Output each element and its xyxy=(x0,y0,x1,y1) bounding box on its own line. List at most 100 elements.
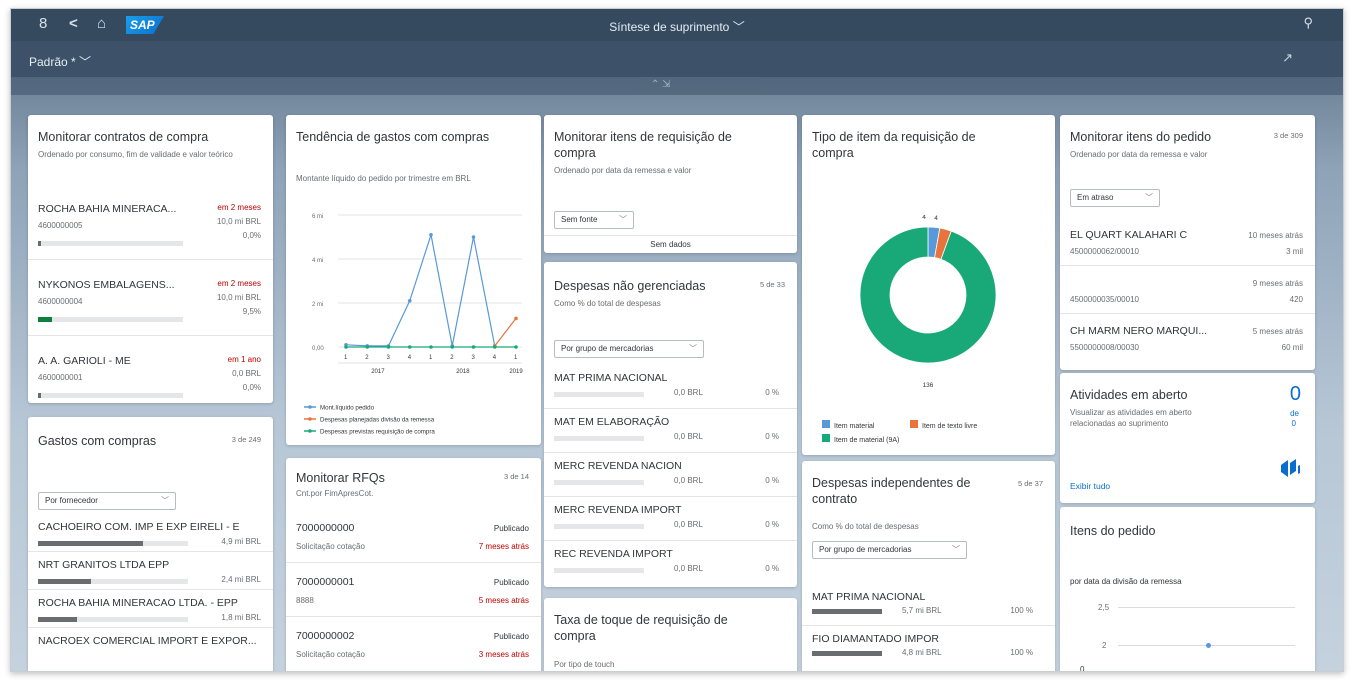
list-item[interactable]: REC REVENDA IMPORT 0,0 BRL 0 % xyxy=(544,544,797,586)
list-item[interactable]: ROCHA BAHIA MINERACAO LTDA. - EPP 1,8 mi … xyxy=(28,593,273,629)
rfq-card[interactable]: Monitorar RFQs 3 de 14 Cnt.por FimApresC… xyxy=(286,458,541,671)
data-point xyxy=(514,316,518,321)
share-icon[interactable]: ↗ xyxy=(1282,50,1293,66)
item-value: 60 mil xyxy=(1281,343,1303,352)
po-items-card[interactable]: Monitorar itens do pedido 3 de 309 Orden… xyxy=(1060,115,1315,370)
card-title: Monitorar itens de requisição de compra xyxy=(554,130,732,160)
consumption-bar xyxy=(38,393,183,398)
item-amount: 0,0 BRL xyxy=(674,564,703,573)
item-name: MAT PRIMA NACIONAL xyxy=(554,372,668,384)
po-items-chart-card[interactable]: Itens do pedido por data da divisão da r… xyxy=(1060,507,1315,671)
source-select[interactable]: Sem fonte ﹀ xyxy=(554,211,634,229)
x-tick-label: 2 xyxy=(365,355,369,361)
divider xyxy=(286,562,541,563)
item-name: NYKONOS EMBALAGENS... xyxy=(38,279,175,291)
item-amount: 0,0 BRL xyxy=(674,520,703,529)
list-item[interactable]: CH MARM NERO MARQUI... 5 meses atrás 55000… xyxy=(1060,319,1315,365)
activities-of: de xyxy=(1290,409,1299,418)
data-label: 4 xyxy=(934,215,938,222)
divider xyxy=(544,540,797,541)
item-amount: 5,7 mi BRL xyxy=(902,606,942,615)
group-by-select[interactable]: Por grupo de mercadorias ﹀ xyxy=(812,541,967,559)
legend-marker xyxy=(308,429,312,433)
list-item[interactable]: NACROEX COMERCIAL IMPORT E EXPOR... xyxy=(28,631,273,667)
list-item[interactable]: FIO DIAMANTADO IMPOR 4,8 mi BRL 100 % xyxy=(802,629,1055,669)
spend-bar xyxy=(554,436,644,441)
item-id: 4600000005 xyxy=(38,221,83,230)
x-group-label: 2019 xyxy=(509,369,523,375)
list-item[interactable]: CACHOEIRO COM. IMP E EXP EIRELI - E 4,9 m… xyxy=(28,517,273,553)
card-title: Monitorar RFQs xyxy=(296,471,385,485)
item-name: CH MARM NERO MARQUI... xyxy=(1070,325,1208,337)
list-item[interactable]: A. A. GARIOLI - ME em 1 ano 4600000001 0,0 … xyxy=(28,347,273,403)
header-collapse-bar[interactable]: ⌃ ⇲ xyxy=(11,77,1343,95)
card-title: Despesas independentes de contrato xyxy=(812,476,971,506)
list-item[interactable]: EL QUART KALAHARI C 10 meses atrás 4500000… xyxy=(1060,223,1315,269)
select-value: Por fornecedor xyxy=(45,496,98,505)
legend-item[interactable]: Item de material (9A) xyxy=(822,429,899,447)
list-item[interactable]: NRT GRANITOS LTDA EPP 2,4 mi BRL xyxy=(28,555,273,591)
list-item[interactable]: MERC REVENDA IMPORT 0,0 BRL 0 % xyxy=(544,500,797,542)
item-name: MAT PRIMA NACIONAL xyxy=(812,591,926,603)
item-name: MAT EM ELABORAÇÃO xyxy=(554,416,670,428)
card-subtitle: Por tipo de touch xyxy=(554,660,615,669)
requisition-card[interactable]: Monitorar itens de requisição de compra … xyxy=(544,115,797,253)
item-id: 4600000004 xyxy=(38,297,83,306)
list-item[interactable]: MERC REVENDA NACION 0,0 BRL 0 % xyxy=(544,456,797,498)
list-item[interactable]: MAT PRIMA NACIONAL 0,0 BRL 0 % xyxy=(544,368,797,410)
item-amount: 10,0 mi BRL xyxy=(216,293,261,302)
legend-label: Item de texto livre xyxy=(922,423,978,430)
x-tick-label: 4 xyxy=(493,355,497,361)
search-icon[interactable]: ⚲ xyxy=(1303,15,1313,31)
contract-independent-card[interactable]: Despesas independentes de contrato 5 de … xyxy=(802,461,1055,671)
divider xyxy=(1060,265,1315,266)
contracts-card[interactable]: Monitorar contratos de compra Ordenado p… xyxy=(28,115,273,403)
unmanaged-spend-card[interactable]: Despesas não gerenciadas 5 de 33 Como % … xyxy=(544,262,797,587)
rfq-status: Publicado xyxy=(493,524,529,533)
series-line xyxy=(494,318,517,347)
app-title[interactable]: Síntese de suprimento ﹀ xyxy=(11,18,1343,35)
list-item[interactable]: MAT EM ELABORAÇÃO 0,0 BRL 0 % xyxy=(544,412,797,454)
show-all-link[interactable]: Exibir tudo xyxy=(1070,481,1110,491)
item-percent: 100 % xyxy=(1010,648,1033,657)
rfq-description: Solicitação cotação xyxy=(296,650,365,659)
item-amount: 2,4 mi BRL xyxy=(221,575,261,584)
touch-rate-card[interactable]: Taxa de toque de requisição de compra Po… xyxy=(544,598,797,671)
spend-bar xyxy=(812,651,882,656)
page-header: Padrão * ﹀ ↗ xyxy=(11,41,1343,77)
collapse-icon[interactable]: ⌃ ⇲ xyxy=(651,79,671,90)
group-by-select[interactable]: Por fornecedor ﹀ xyxy=(38,492,176,510)
item-time: 5 meses atrás xyxy=(1252,327,1303,336)
list-item[interactable]: NYKONOS EMBALAGENS... em 2 meses 460000000… xyxy=(28,271,273,341)
item-type-donut[interactable]: 4 4 136 xyxy=(802,215,1055,415)
item-time: 10 meses atrás xyxy=(1248,231,1303,240)
status-select[interactable]: Em atraso ﹀ xyxy=(1070,189,1160,207)
list-item[interactable]: 9 meses atrás 4500000035/00010 420 xyxy=(1060,271,1315,317)
list-item[interactable]: 7000000001 Publicado 8888 5 meses atrás xyxy=(286,570,541,622)
open-activities-card[interactable]: Atividades em aberto Visualizar as ativi… xyxy=(1060,373,1315,503)
rfq-time: 7 meses atrás xyxy=(478,542,529,551)
spend-card[interactable]: Gastos com compras 3 de 249 Por forneced… xyxy=(28,417,273,671)
list-item[interactable]: ROCHA BAHIA MINERACA... em 2 meses 4600000… xyxy=(28,195,273,265)
legend-item[interactable]: Item de texto livre xyxy=(910,415,977,433)
list-item[interactable]: 7000000000 Publicado Solicitação cotação 7 … xyxy=(286,516,541,568)
donut-slice[interactable] xyxy=(859,226,997,364)
legend-marker xyxy=(308,417,312,421)
chart-point[interactable] xyxy=(1206,643,1211,648)
item-validity: em 2 meses xyxy=(217,203,261,212)
rfq-status: Publicado xyxy=(493,578,529,587)
list-item[interactable]: 7000000002 Publicado Solicitação cotação 3 … xyxy=(286,624,541,671)
list-item[interactable]: MAT PRIMA NACIONAL 5,7 mi BRL 100 % xyxy=(802,587,1055,627)
trend-card[interactable]: Tendência de gastos com compras Montante… xyxy=(286,115,541,445)
item-id: 4600000001 xyxy=(38,373,83,382)
group-by-select[interactable]: Por grupo de mercadorias ﹀ xyxy=(554,340,704,358)
divider xyxy=(28,259,273,260)
y-tick-label: 0,00 xyxy=(312,346,324,352)
card-title: Gastos com compras xyxy=(38,434,157,448)
variant-selector[interactable]: Padrão * ﹀ xyxy=(29,53,91,70)
rfq-id: 7000000002 xyxy=(296,630,355,642)
data-point xyxy=(429,345,433,349)
item-name: NACROEX COMERCIAL IMPORT E EXPOR... xyxy=(38,635,257,647)
trend-chart[interactable]: 0,00 2 mi 4 mi 6 mi 1 2 3 4 1 2 3 4 1 2017 2018 2019 Mon… xyxy=(286,185,541,445)
item-type-card[interactable]: Tipo de item da requisição de compra 4 4 1… xyxy=(802,115,1055,455)
